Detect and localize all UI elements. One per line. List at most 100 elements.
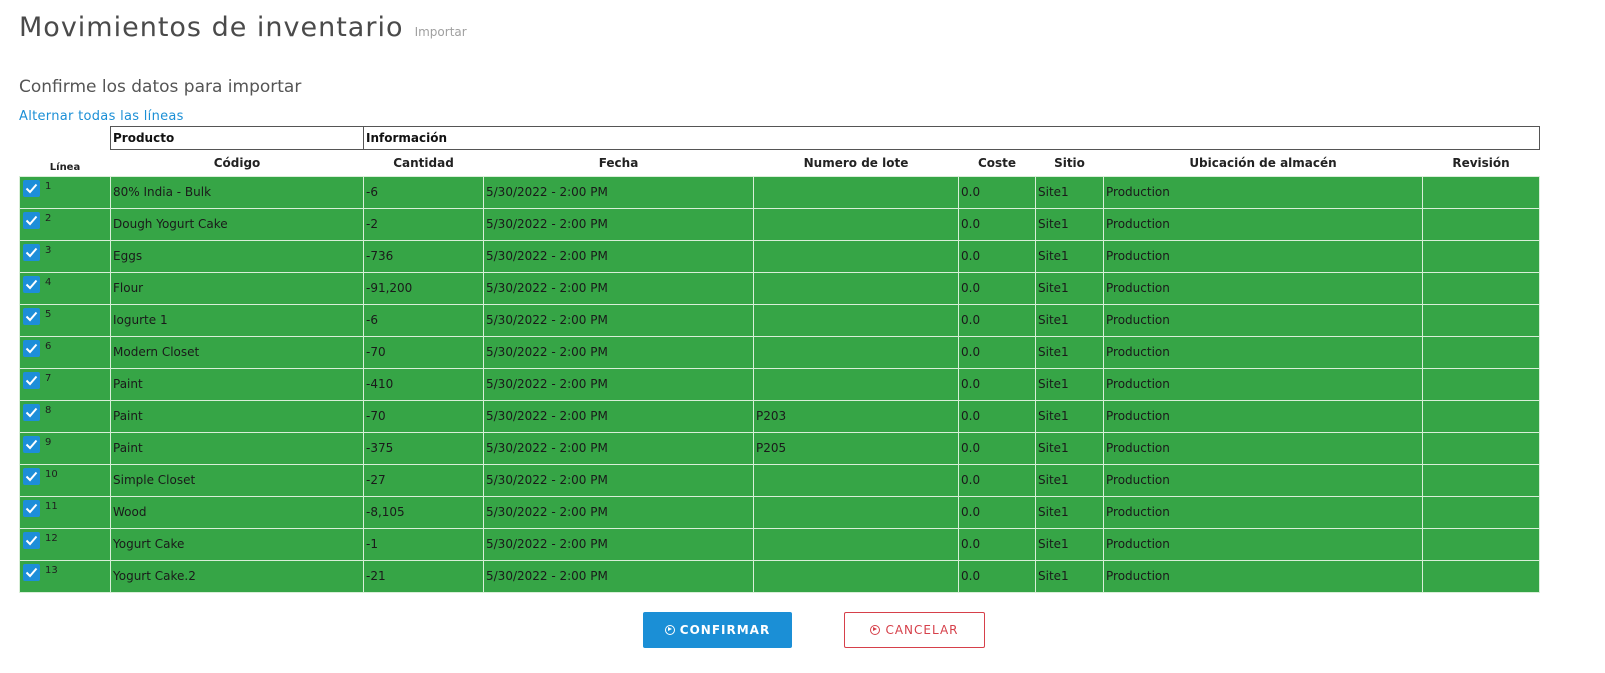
- cancel-button[interactable]: CANCELAR: [844, 612, 985, 648]
- cost-cell: 0.0: [958, 559, 1036, 593]
- line-cell: 2: [19, 207, 105, 241]
- row-checkbox[interactable]: [23, 403, 40, 421]
- location-cell: Production: [1103, 271, 1423, 305]
- code-cell: Paint: [110, 399, 364, 433]
- line-number: 6: [45, 340, 52, 352]
- table-row: 3 Eggs -736 5/30/2022 - 2:00 PM 0.0 Site1 Prod…: [19, 239, 1541, 273]
- lot-cell: [753, 239, 959, 273]
- line-number: 8: [45, 404, 52, 416]
- revision-cell: [1421, 399, 1541, 433]
- cost-cell: 0.0: [958, 367, 1036, 401]
- line-cell: 1: [19, 175, 105, 209]
- line-cell: 8: [19, 399, 105, 433]
- table-row: 6 Modern Closet -70 5/30/2022 - 2:00 PM 0.0 S…: [19, 335, 1541, 369]
- date-cell: 5/30/2022 - 2:00 PM: [483, 175, 754, 209]
- location-cell: Production: [1103, 207, 1423, 241]
- revision-cell: [1421, 271, 1541, 305]
- revision-cell: [1421, 559, 1541, 593]
- row-checkbox[interactable]: [23, 307, 40, 325]
- revision-cell: [1421, 463, 1541, 497]
- row-checkbox[interactable]: [23, 499, 40, 517]
- line-cell: 3: [19, 239, 105, 273]
- lot-cell: [753, 335, 959, 369]
- table-row: 2 Dough Yogurt Cake -2 5/30/2022 - 2:00 PM 0…: [19, 207, 1541, 241]
- table-row: 1 80% India - Bulk -6 5/30/2022 - 2:00 PM 0.…: [19, 175, 1541, 209]
- row-checkbox[interactable]: [23, 371, 40, 389]
- line-number: 10: [45, 468, 58, 480]
- location-cell: Production: [1103, 527, 1423, 561]
- table-row: 4 Flour -91,200 5/30/2022 - 2:00 PM 0.0 Site1…: [19, 271, 1541, 305]
- cost-cell: 0.0: [958, 399, 1036, 433]
- location-cell: Production: [1103, 335, 1423, 369]
- line-cell: 13: [19, 559, 105, 593]
- confirm-button-label: CONFIRMAR: [679, 623, 771, 637]
- location-cell: Production: [1103, 559, 1423, 593]
- date-cell: 5/30/2022 - 2:00 PM: [483, 335, 754, 369]
- row-checkbox[interactable]: [23, 531, 40, 549]
- row-checkbox[interactable]: [23, 467, 40, 485]
- row-checkbox[interactable]: [23, 211, 40, 229]
- quantity-cell: -8,105: [363, 495, 484, 529]
- quantity-cell: -91,200: [363, 271, 484, 305]
- cost-cell: 0.0: [958, 271, 1036, 305]
- location-cell: Production: [1103, 399, 1423, 433]
- site-cell: Site1: [1035, 399, 1104, 433]
- date-cell: 5/30/2022 - 2:00 PM: [483, 463, 754, 497]
- line-cell: 10: [19, 463, 105, 497]
- column-header-line: Línea: [49, 161, 81, 173]
- confirm-button[interactable]: CONFIRMAR: [643, 612, 792, 648]
- site-cell: Site1: [1035, 463, 1104, 497]
- code-cell: Yogurt Cake.2: [110, 559, 364, 593]
- lot-cell: [753, 367, 959, 401]
- code-cell: Flour: [110, 271, 364, 305]
- row-checkbox[interactable]: [23, 179, 40, 197]
- code-cell: Eggs: [110, 239, 364, 273]
- row-checkbox[interactable]: [23, 435, 40, 453]
- page-subtitle: Importar: [414, 25, 467, 39]
- page-title: Movimientos de inventario: [19, 12, 404, 43]
- line-cell: 9: [19, 431, 105, 465]
- group-header-product: Producto: [110, 126, 364, 150]
- row-checkbox[interactable]: [23, 275, 40, 293]
- row-checkbox[interactable]: [23, 243, 40, 261]
- toggle-all-lines-link[interactable]: Alternar todas las líneas: [19, 109, 184, 124]
- revision-cell: [1421, 175, 1541, 209]
- location-cell: Production: [1103, 495, 1423, 529]
- revision-cell: [1421, 207, 1541, 241]
- location-cell: Production: [1103, 367, 1423, 401]
- revision-cell: [1421, 495, 1541, 529]
- quantity-cell: -410: [363, 367, 484, 401]
- site-cell: Site1: [1035, 367, 1104, 401]
- line-number: 1: [45, 180, 52, 192]
- lot-cell: [753, 495, 959, 529]
- column-header-cost: Coste: [977, 155, 1017, 170]
- arrow-circle-icon: [870, 625, 881, 635]
- site-cell: Site1: [1035, 527, 1104, 561]
- arrow-circle-icon: [664, 625, 675, 635]
- table-row: 7 Paint -410 5/30/2022 - 2:00 PM 0.0 Site1 Pro…: [19, 367, 1541, 401]
- row-checkbox[interactable]: [23, 339, 40, 357]
- site-cell: Site1: [1035, 559, 1104, 593]
- date-cell: 5/30/2022 - 2:00 PM: [483, 271, 754, 305]
- cost-cell: 0.0: [958, 463, 1036, 497]
- column-header-location: Ubicación de almacén: [1189, 155, 1337, 170]
- cost-cell: 0.0: [958, 207, 1036, 241]
- lot-cell: [753, 207, 959, 241]
- quantity-cell: -70: [363, 335, 484, 369]
- location-cell: Production: [1103, 431, 1423, 465]
- date-cell: 5/30/2022 - 2:00 PM: [483, 367, 754, 401]
- table-row: 8 Paint -70 5/30/2022 - 2:00 PM P203 0.0 Site1…: [19, 399, 1541, 433]
- cost-cell: 0.0: [958, 303, 1036, 337]
- row-checkbox[interactable]: [23, 563, 40, 581]
- date-cell: 5/30/2022 - 2:00 PM: [483, 303, 754, 337]
- cost-cell: 0.0: [958, 495, 1036, 529]
- cost-cell: 0.0: [958, 239, 1036, 273]
- quantity-cell: -375: [363, 431, 484, 465]
- site-cell: Site1: [1035, 207, 1104, 241]
- line-cell: 5: [19, 303, 105, 337]
- site-cell: Site1: [1035, 431, 1104, 465]
- revision-cell: [1421, 527, 1541, 561]
- group-header-blank: [20, 127, 111, 150]
- site-cell: Site1: [1035, 175, 1104, 209]
- site-cell: Site1: [1035, 303, 1104, 337]
